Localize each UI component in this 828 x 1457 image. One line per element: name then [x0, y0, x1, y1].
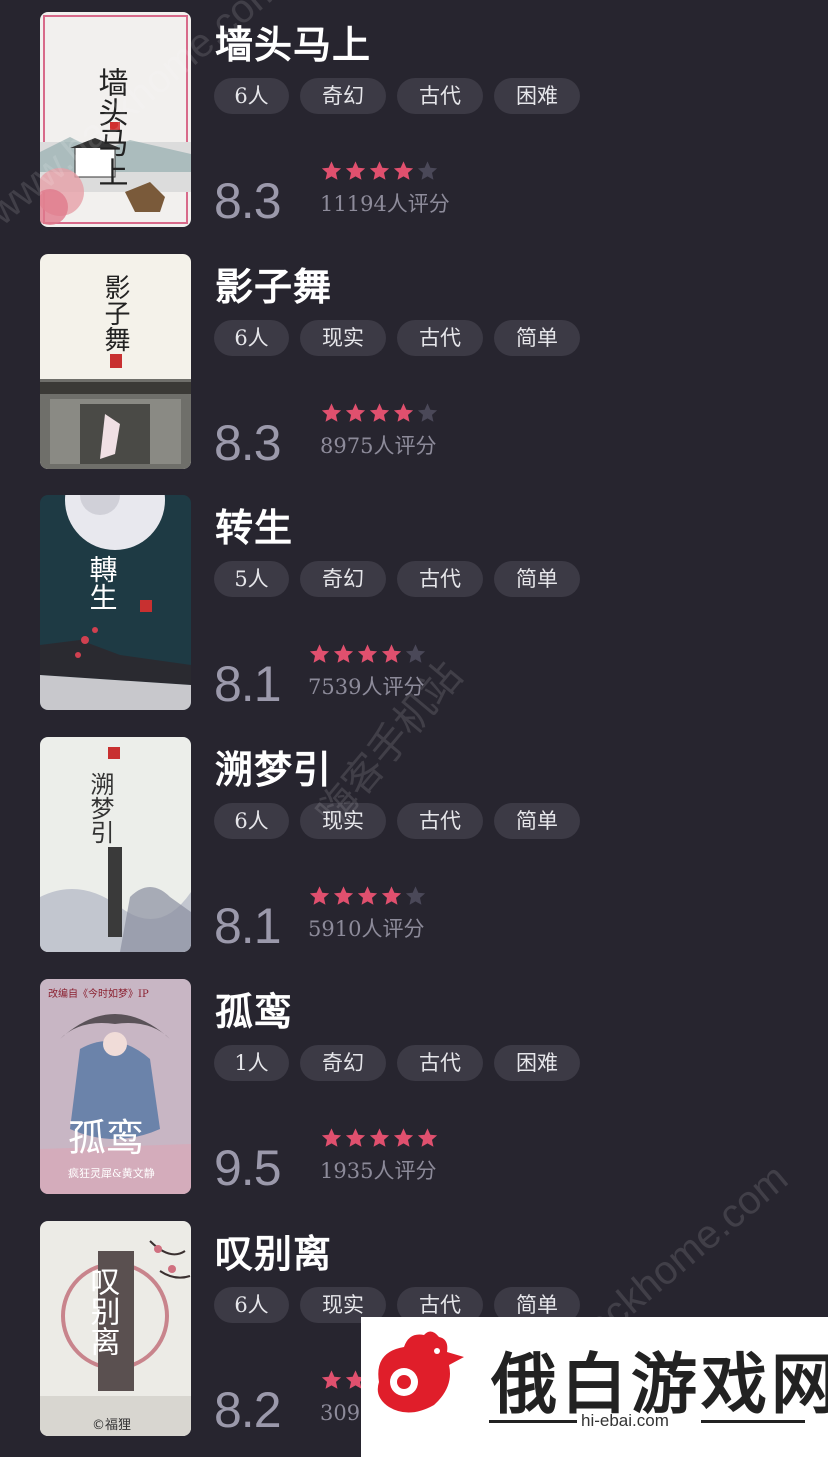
star-icon [321, 1128, 342, 1147]
tag-difficulty: 困难 [494, 1045, 580, 1081]
logo-url: hi-ebai.com [581, 1411, 669, 1430]
game-cover-image[interactable]: 轉生 [40, 495, 191, 710]
tag-era: 古代 [397, 803, 483, 839]
cover-title-text: 孤鸾 [68, 1116, 144, 1160]
cover-title-text: 叹别离 [85, 1266, 121, 1356]
star-icon [309, 886, 330, 905]
tag-era: 古代 [397, 78, 483, 114]
tag-player-count: 6人 [214, 320, 289, 356]
cover-title-text: 墙头马上 [93, 67, 128, 187]
score-value: 8.2 [214, 1382, 282, 1438]
star-icon [333, 886, 354, 905]
star-icon [357, 886, 378, 905]
star-icon [369, 1128, 390, 1147]
tag-genre: 奇幻 [300, 561, 386, 597]
star-icon [345, 1128, 366, 1147]
tag-genre: 奇幻 [300, 78, 386, 114]
tag-player-count: 5人 [214, 561, 289, 597]
list-item[interactable]: 轉生 转生 5人 奇幻 古代 简单 8.1 7539人评分 [0, 495, 828, 712]
tag-genre: 奇幻 [300, 1045, 386, 1081]
tag-difficulty: 困难 [494, 78, 580, 114]
score-value: 8.1 [214, 656, 282, 712]
tag-player-count: 6人 [214, 803, 289, 839]
tag-era: 古代 [397, 561, 483, 597]
star-icon [321, 403, 342, 422]
star-icon [393, 403, 414, 422]
star-icon [309, 644, 330, 663]
rating-count: 5910人评分 [308, 917, 425, 941]
rating-count: 11194人评分 [320, 192, 450, 216]
star-icon [333, 644, 354, 663]
tag-genre: 现实 [300, 320, 386, 356]
star-icon [345, 161, 366, 180]
star-rating [308, 643, 428, 669]
tag-player-count: 1人 [214, 1045, 289, 1081]
rating-count: 8975人评分 [320, 434, 437, 458]
divider [701, 1420, 805, 1423]
rooster-logo-icon [377, 1331, 464, 1413]
star-rating [308, 885, 428, 911]
tag-difficulty: 简单 [494, 561, 580, 597]
star-icon [405, 644, 426, 663]
star-icon [393, 1128, 414, 1147]
game-title[interactable]: 孤鸾 [215, 987, 293, 1037]
star-icon [369, 403, 390, 422]
game-title[interactable]: 影子舞 [215, 262, 332, 312]
score-value: 8.3 [214, 173, 282, 229]
star-rating [320, 402, 440, 428]
divider [489, 1420, 577, 1423]
star-icon [345, 403, 366, 422]
game-title[interactable]: 溯梦引 [215, 745, 332, 795]
rating-count: 7539人评分 [308, 675, 425, 699]
cover-top-text: 改编自《今时如梦》IP [48, 987, 149, 1000]
cover-title-text: 影子舞 [100, 274, 130, 352]
cover-title-text: 溯梦引 [86, 772, 114, 844]
score-value: 9.5 [214, 1140, 282, 1196]
cover-bottom-text: ©福狸 [92, 1418, 131, 1433]
game-cover-image[interactable]: 溯梦引 [40, 737, 191, 952]
star-rating [320, 1127, 440, 1153]
star-icon [321, 1370, 342, 1389]
game-cover-image[interactable]: 墙头马上 [40, 12, 191, 227]
cover-bottom-text: 疯狂灵犀&黄文静 [68, 1166, 155, 1180]
star-icon [417, 161, 438, 180]
star-icon [357, 644, 378, 663]
list-item[interactable]: 墙头马上 墙头马上 6人 奇幻 古代 困难 8.3 11194人评分 [0, 12, 828, 229]
game-cover-image[interactable]: 改编自《今时如梦》IP 孤鸾 疯狂灵犀&黄文静 [40, 979, 191, 1194]
tag-era: 古代 [397, 1045, 483, 1081]
star-icon [381, 886, 402, 905]
star-icon [405, 886, 426, 905]
rating-count: 1935人评分 [320, 1159, 437, 1183]
tag-difficulty: 简单 [494, 803, 580, 839]
game-title[interactable]: 转生 [215, 503, 293, 553]
list-item[interactable]: 影子舞 影子舞 6人 现实 古代 简单 8.3 8975人评分 [0, 254, 828, 471]
star-icon [369, 161, 390, 180]
star-icon [417, 403, 438, 422]
star-rating [320, 160, 440, 186]
cover-title-text: 轉生 [86, 555, 119, 611]
tag-player-count: 6人 [214, 78, 289, 114]
game-title[interactable]: 墙头马上 [215, 20, 371, 70]
game-cover-image[interactable]: 叹别离 ©福狸 [40, 1221, 191, 1436]
tag-difficulty: 简单 [494, 320, 580, 356]
game-title[interactable]: 叹别离 [215, 1229, 332, 1279]
star-icon [393, 161, 414, 180]
tag-era: 古代 [397, 320, 483, 356]
game-cover-image[interactable]: 影子舞 [40, 254, 191, 469]
score-value: 8.3 [214, 415, 282, 471]
tag-player-count: 6人 [214, 1287, 289, 1323]
star-icon [381, 644, 402, 663]
list-item[interactable]: 溯梦引 溯梦引 6人 现实 古代 简单 8.1 5910人评分 [0, 737, 828, 954]
tag-genre: 现实 [300, 803, 386, 839]
list-item[interactable]: 改编自《今时如梦》IP 孤鸾 疯狂灵犀&黄文静 孤鸾 1人 奇幻 古代 困难 9… [0, 979, 828, 1196]
star-icon [417, 1128, 438, 1147]
star-icon [321, 161, 342, 180]
score-value: 8.1 [214, 898, 282, 954]
watermark-logo: 俄白游戏网 hi-ebai.com [361, 1317, 828, 1457]
